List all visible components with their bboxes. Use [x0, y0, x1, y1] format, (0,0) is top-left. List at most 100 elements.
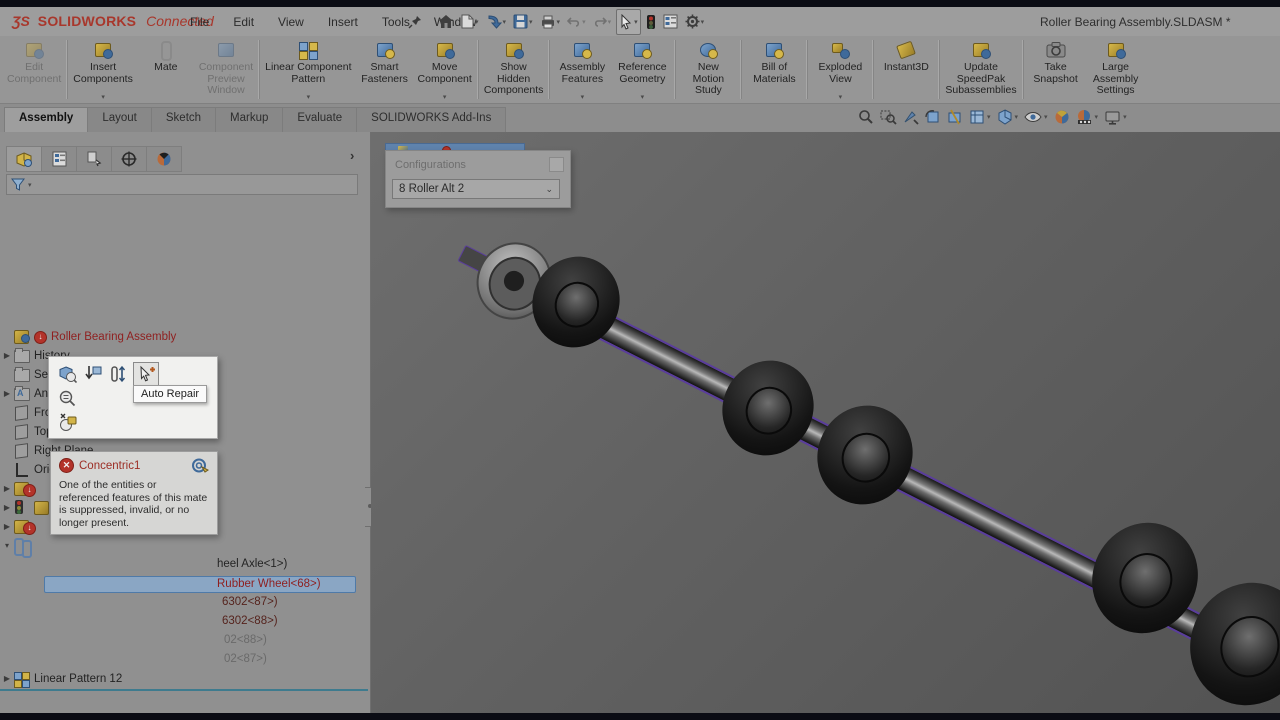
dimxpertmanager-tab[interactable] [111, 146, 147, 172]
smart-fasteners-icon [374, 40, 396, 60]
menu-file[interactable]: File [180, 12, 219, 32]
mate-errors-icon[interactable] [644, 10, 658, 34]
insert-components-icon [92, 40, 114, 60]
save-icon[interactable]: ▾ [511, 10, 535, 34]
insert-components-button[interactable]: Insert Components▾ [70, 36, 136, 103]
suppress-icon[interactable] [81, 363, 105, 385]
options-gear-icon[interactable]: ▾ [683, 10, 707, 34]
move-component-button[interactable]: Move Component▾ [415, 36, 475, 103]
tab-assembly[interactable]: Assembly [4, 107, 88, 132]
bill-of-materials-button[interactable]: Bill of Materials [744, 36, 804, 103]
tree-row-root[interactable]: ↓ Roller Bearing Assembly [0, 327, 356, 346]
graphics-viewport[interactable] [371, 132, 1280, 713]
plane-icon [14, 405, 31, 420]
edit-appearance-icon[interactable] [1054, 109, 1070, 125]
origin-icon [14, 462, 31, 477]
tab-solidworks-add-ins[interactable]: SOLIDWORKS Add-Ins [356, 107, 506, 132]
assembly-icon [14, 329, 31, 344]
print-icon[interactable]: ▾ [538, 10, 563, 34]
panel-corner-button[interactable] [549, 157, 564, 172]
speedpak-icon [970, 40, 992, 60]
task-list-icon[interactable] [661, 10, 680, 34]
edit-component-icon [23, 40, 45, 60]
mate-error-tooltip: ✕ Concentric1 One of the entities or ref… [50, 451, 218, 535]
reference-geometry-button[interactable]: Reference Geometry▾ [612, 36, 672, 103]
mate-item-fragment[interactable]: 6302<88>) [222, 615, 278, 627]
menu-insert[interactable]: Insert [318, 12, 368, 32]
menu-edit[interactable]: Edit [223, 12, 264, 32]
configurationmanager-tab[interactable] [76, 146, 112, 172]
propertymanager-tab[interactable] [41, 146, 77, 172]
mate-item-fragment[interactable]: 02<88>) [224, 634, 267, 646]
hide-show-items-icon[interactable]: ▾ [1024, 110, 1048, 124]
take-snapshot-button[interactable]: Take Snapshot [1026, 36, 1086, 103]
apply-scene-icon[interactable]: ▾ [1076, 109, 1099, 125]
tree-row-linear-pattern[interactable]: ▶ Linear Pattern 12 [0, 669, 356, 688]
pin-menubar-icon[interactable] [408, 15, 422, 29]
tab-sketch[interactable]: Sketch [151, 107, 216, 132]
new-document-icon[interactable]: ▾ [459, 10, 481, 34]
open-document-icon[interactable]: ▾ [484, 10, 509, 34]
display-style-icon[interactable]: ▾ [997, 109, 1019, 125]
rubber-wheel-component[interactable] [706, 345, 830, 471]
tab-evaluate[interactable]: Evaluate [282, 107, 357, 132]
auto-repair-icon[interactable] [133, 362, 159, 386]
component-icon [34, 500, 51, 515]
zoom-to-area-icon[interactable] [880, 109, 897, 125]
featuremanager-tree-tab[interactable] [6, 146, 42, 172]
new-motion-study-button[interactable]: New Motion Study [678, 36, 738, 103]
reference-geometry-icon [631, 40, 653, 60]
quick-access-toolbar: ▾ ▾ ▾ ▾ ▾ ▾ ▾ ▾ [436, 9, 706, 34]
configuration-dropdown[interactable]: 8 Roller Alt 2 ⌄ [392, 179, 560, 199]
rubber-wheel-component[interactable] [800, 389, 929, 521]
select-tool-icon[interactable]: ▾ [616, 9, 641, 35]
linear-pattern-icon [297, 40, 319, 60]
tree-root-label: Roller Bearing Assembly [51, 331, 176, 343]
displaymanager-tab[interactable] [146, 146, 182, 172]
tree-filter-box[interactable]: ▾ [6, 174, 358, 195]
letterbox-bottom [0, 713, 1280, 720]
mate-button[interactable]: Mate [136, 36, 196, 103]
rotate-view-icon[interactable] [925, 109, 941, 125]
tree-split-divider[interactable] [0, 689, 368, 691]
redo-icon: ▾ [591, 10, 614, 34]
move-component-icon [434, 40, 456, 60]
instant3d-button[interactable]: Instant3D [876, 36, 936, 103]
magnified-selection-icon[interactable] [903, 109, 919, 125]
update-speedpak-button[interactable]: Update SpeedPak Subassemblies [942, 36, 1019, 103]
menu-view[interactable]: View [268, 12, 314, 32]
large-assembly-settings-button[interactable]: Large Assembly Settings [1086, 36, 1146, 103]
magnified-view-icon[interactable] [55, 387, 79, 409]
replace-component-icon[interactable] [55, 411, 79, 433]
undo-icon: ▾ [565, 10, 588, 34]
mate-item-fragment[interactable]: 02<87>) [224, 653, 267, 665]
smart-fasteners-button[interactable]: Smart Fasteners [355, 36, 415, 103]
mate-item-fragment[interactable]: 6302<87>) [222, 596, 278, 608]
mate-item-fragment[interactable]: heel Axle<1>) [217, 558, 287, 570]
home-icon[interactable] [436, 10, 456, 34]
command-tabs: Assembly Layout Sketch Markup Evaluate S… [4, 107, 505, 132]
selected-mate-row[interactable]: Rubber Wheel<68>) [44, 576, 356, 593]
view-mates-icon[interactable] [55, 363, 79, 385]
assembly-features-button[interactable]: Assembly Features▾ [552, 36, 612, 103]
tree-label: Linear Pattern 12 [34, 673, 122, 685]
solidworks-window: ƷS SOLIDWORKS Connected File Edit View I… [0, 0, 1280, 720]
tab-layout[interactable]: Layout [87, 107, 152, 132]
view-selector-icon[interactable]: ▾ [969, 109, 991, 125]
history-folder-icon [14, 348, 31, 363]
error-mate-name: Concentric1 [79, 460, 187, 472]
zoom-to-fit-icon[interactable] [858, 109, 874, 125]
tree-row-mates[interactable]: ▾ [0, 536, 356, 555]
show-hidden-components-button[interactable]: Show Hidden Components [481, 36, 547, 103]
section-view-icon[interactable] [947, 109, 963, 125]
panel-expand-arrow[interactable]: › [350, 148, 354, 163]
mate-alignment-icon[interactable] [107, 363, 131, 385]
linear-component-pattern-button[interactable]: Linear Component Pattern▾ [262, 36, 354, 103]
large-assembly-icon [1105, 40, 1127, 60]
exploded-view-button[interactable]: Exploded View▾ [810, 36, 870, 103]
sensors-folder-icon [14, 367, 31, 382]
view-settings-icon[interactable]: ▾ [1104, 110, 1127, 125]
tab-markup[interactable]: Markup [215, 107, 283, 132]
selected-mate-label: Rubber Wheel<68>) [217, 578, 321, 590]
component-preview-window-button: Component Preview Window [196, 36, 256, 103]
